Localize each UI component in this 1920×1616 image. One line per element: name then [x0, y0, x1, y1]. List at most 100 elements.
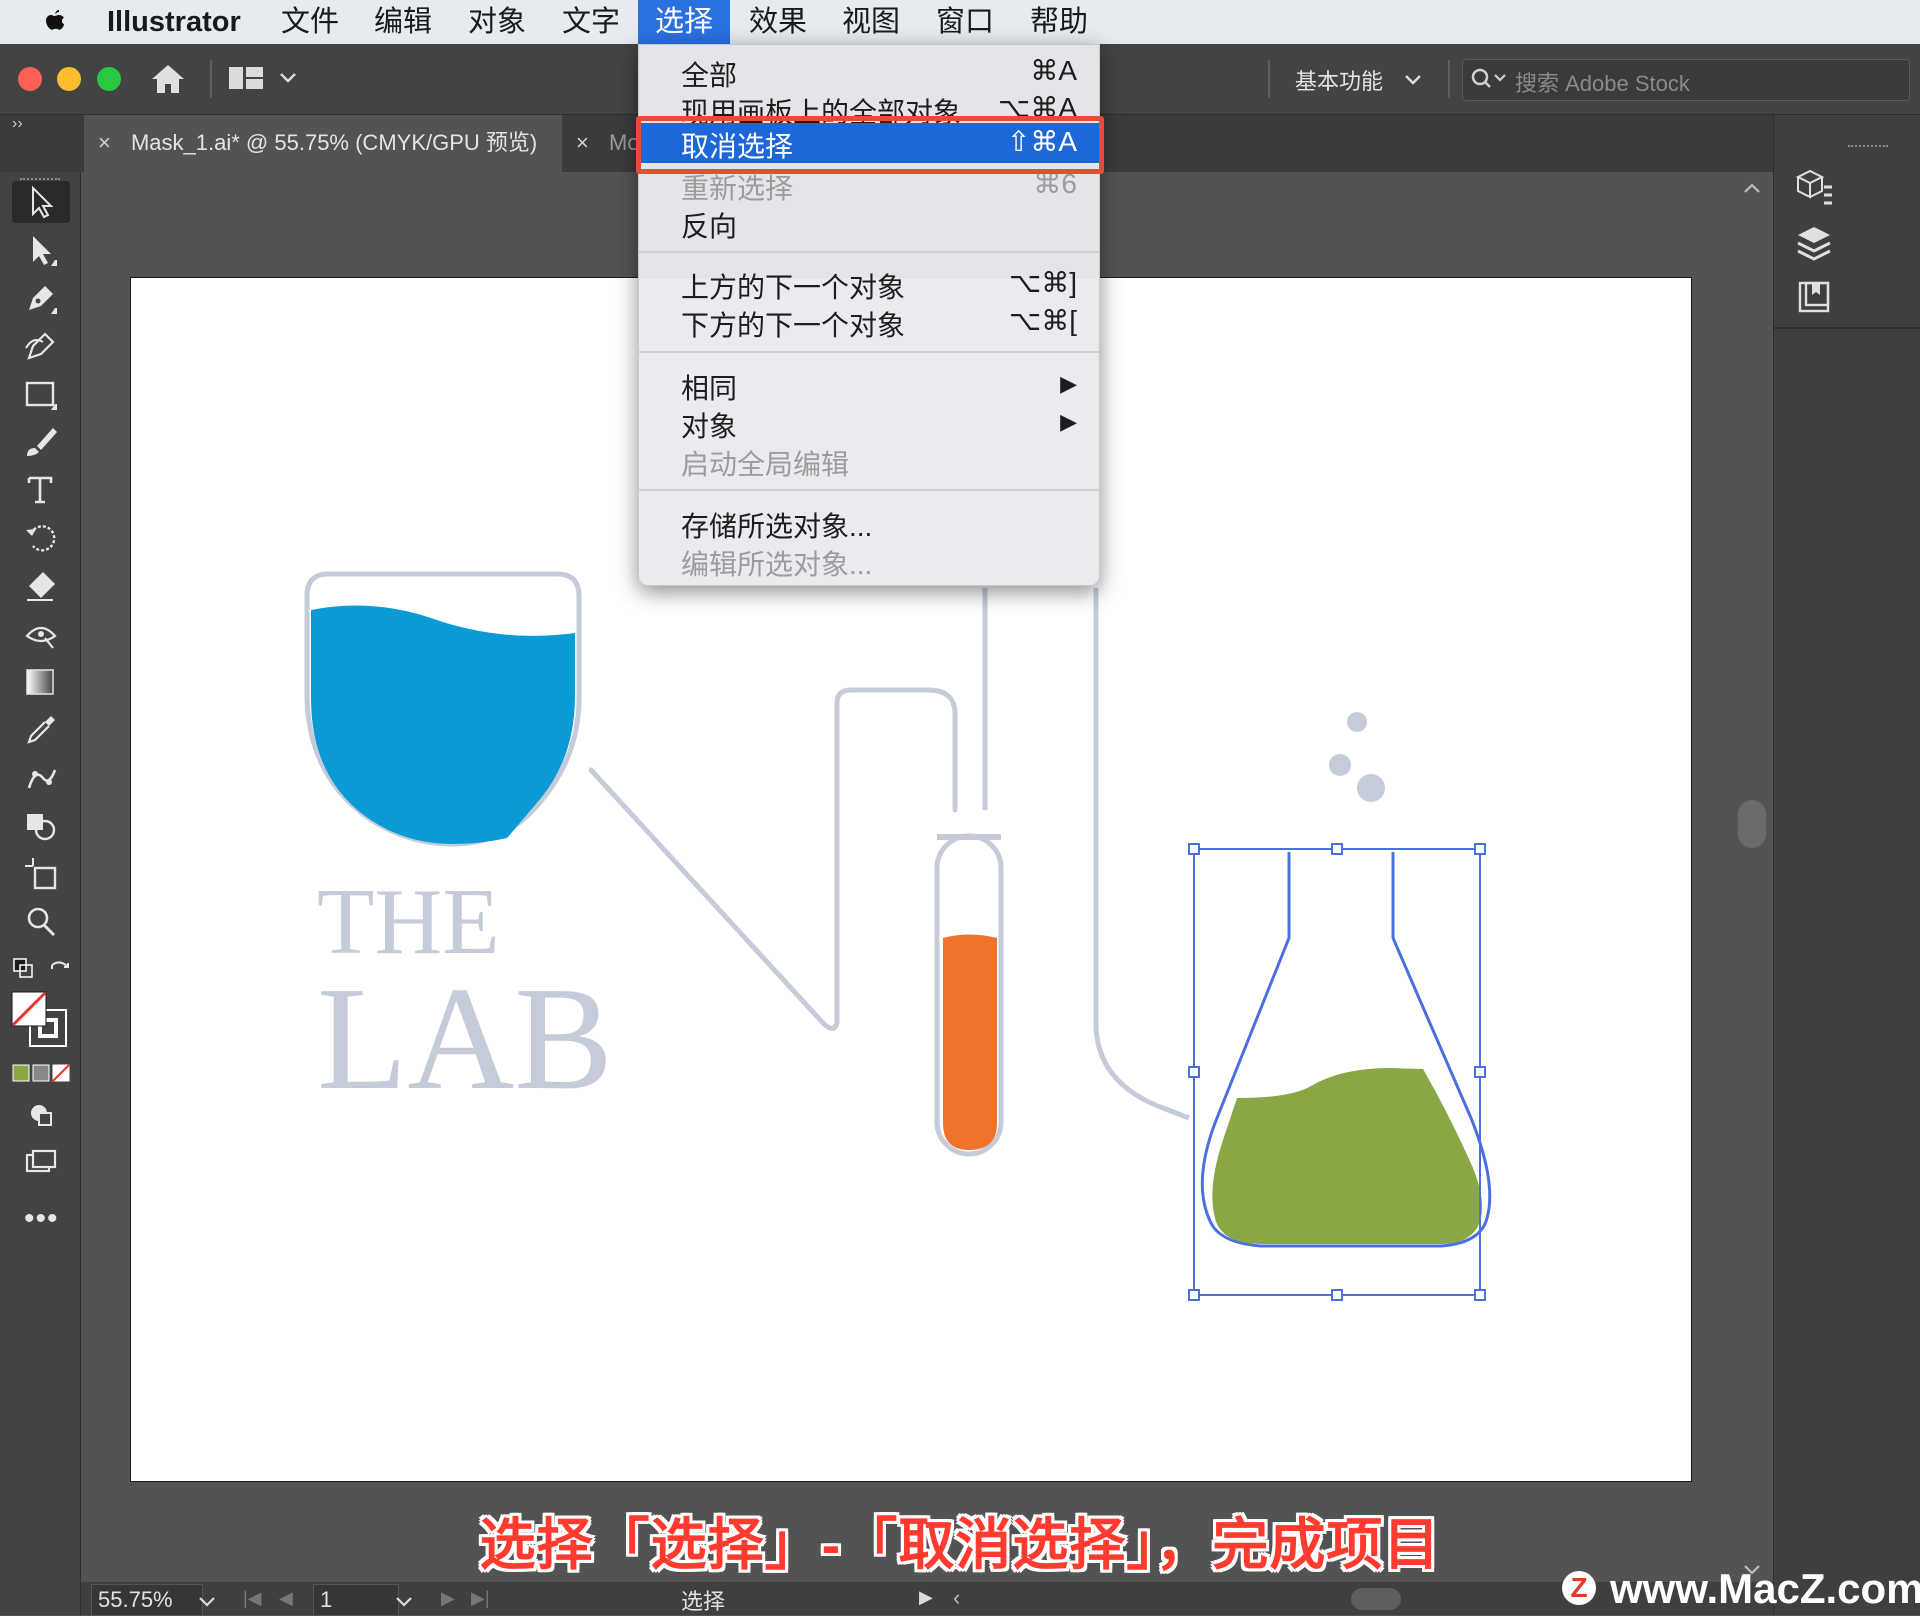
previous-artboard-icon[interactable]: ◀ [279, 1588, 293, 1609]
pen-tool-icon [29, 286, 57, 314]
close-tab-icon[interactable]: × [84, 130, 125, 155]
current-tool-label[interactable]: 选择 [681, 1584, 725, 1616]
draw-mode[interactable] [12, 1094, 70, 1136]
menu-help[interactable]: 帮助 [1030, 0, 1088, 44]
eyedropper-tool-icon [27, 716, 55, 744]
vertical-scroll-up-icon[interactable] [1740, 178, 1764, 198]
zoom-level-value: 55.75% [98, 1587, 173, 1612]
rotate-tool[interactable] [12, 517, 70, 559]
libraries-panel-icon[interactable] [1792, 275, 1836, 319]
panel-dock [1773, 115, 1920, 1615]
horizontal-scroll-left-icon[interactable]: ‹ [953, 1585, 960, 1611]
screen-mode[interactable] [12, 1142, 70, 1184]
width-tool[interactable] [12, 613, 70, 655]
document-tab[interactable]: × Mo [562, 115, 638, 172]
menu-file[interactable]: 文件 [281, 0, 339, 44]
menu-app-name[interactable]: Illustrator [107, 0, 241, 44]
first-artboard-icon[interactable]: |◀ [243, 1588, 262, 1609]
panel-dock-divider [1774, 327, 1920, 329]
status-menu-arrow-icon[interactable]: ▶ [919, 1587, 933, 1608]
menu-edit[interactable]: 编辑 [374, 0, 432, 44]
document-tab-active[interactable]: × Mask_1.ai* @ 55.75% (CMYK/GPU 预览) [84, 115, 562, 172]
appbar-separator [210, 60, 212, 98]
appbar-separator [1268, 60, 1270, 98]
menu-window[interactable]: 窗口 [936, 0, 994, 44]
watermark: Z www.MacZ.com [1560, 1565, 1920, 1615]
eraser-tool[interactable] [12, 565, 70, 607]
zoom-window-button[interactable] [97, 67, 121, 91]
type-tool[interactable] [12, 469, 70, 511]
direct-selection-tool-icon [33, 236, 57, 266]
menu-object[interactable]: 对象 [468, 0, 526, 44]
close-tab-icon[interactable]: × [562, 130, 603, 155]
menu-view[interactable]: 视图 [842, 0, 900, 44]
close-window-button[interactable] [18, 67, 42, 91]
artboard-tool[interactable] [12, 853, 70, 895]
puppet-warp-tool[interactable] [12, 757, 70, 799]
zoom-level-field[interactable]: 55.75% [91, 1584, 203, 1616]
search-input[interactable]: 搜索 Adobe Stock [1515, 66, 1690, 98]
menu-type[interactable]: 文字 [562, 0, 620, 44]
selection-tool-icon [32, 185, 54, 219]
direct-selection-tool[interactable] [12, 229, 70, 271]
chevron-down-icon[interactable] [394, 1594, 414, 1610]
panel-grip[interactable] [1848, 145, 1888, 153]
paintbrush-tool[interactable] [12, 421, 70, 463]
flask-selected[interactable] [1188, 843, 1492, 1301]
menu-item-next-object-below[interactable]: 下方的下一个对象 ⌥⌘[ [639, 302, 1099, 341]
chevron-down-icon[interactable] [197, 1594, 217, 1610]
logo-text-lab[interactable]: LAB [317, 957, 613, 1121]
menu-item-object[interactable]: 对象 ▶ [639, 403, 1099, 442]
gradient-tool[interactable] [12, 661, 70, 703]
default-fill-stroke-icon[interactable] [12, 957, 34, 979]
chevron-down-icon[interactable] [278, 70, 298, 86]
tab-label: Mo [608, 130, 638, 155]
vertical-scrollbar-thumb[interactable] [1738, 800, 1766, 848]
test-tube[interactable] [934, 833, 1004, 1157]
last-artboard-icon[interactable]: ▶| [471, 1588, 490, 1609]
adobe-stock-search[interactable]: 搜索 Adobe Stock [1462, 59, 1910, 101]
home-icon[interactable] [148, 59, 190, 101]
layers-panel-icon[interactable] [1792, 221, 1836, 265]
selection-tool[interactable] [12, 181, 70, 223]
pen-tool[interactable] [12, 277, 70, 319]
menu-bar: Illustrator 文件 编辑 对象 文字 选择 效果 视图 窗口 帮助 [0, 0, 1920, 44]
menu-separator [639, 489, 1099, 491]
rectangle-tool[interactable] [12, 373, 70, 415]
tools-panel: ••• [0, 172, 81, 1615]
menu-item-inverse[interactable]: 反向 [639, 203, 1099, 242]
puppet-warp-tool-icon [27, 769, 57, 789]
screen-mode-icon [25, 1149, 57, 1173]
beaker[interactable] [304, 571, 582, 847]
next-artboard-icon[interactable]: ▶ [441, 1588, 455, 1609]
panel-collapse-left-icon[interactable]: ›› [12, 115, 23, 133]
menu-item-same[interactable]: 相同 ▶ [639, 365, 1099, 404]
menu-item-next-object-above[interactable]: 上方的下一个对象 ⌥⌘] [639, 264, 1099, 303]
bubble [1357, 774, 1385, 802]
type-tool-icon [27, 476, 53, 504]
color-mode-buttons[interactable] [12, 1063, 70, 1083]
bubble [1347, 712, 1367, 732]
menu-item-save-selection[interactable]: 存储所选对象... [639, 503, 1099, 542]
artboard-tool-icon [25, 858, 57, 890]
curvature-tool[interactable] [12, 325, 70, 367]
menu-item-select-all[interactable]: 全部 ⌘A [639, 52, 1099, 91]
artboard-number-field[interactable]: 1 [313, 1584, 399, 1616]
apple-icon[interactable] [38, 6, 70, 38]
fill-stroke-swatches[interactable] [10, 990, 70, 1050]
arrange-documents-icon[interactable] [228, 63, 264, 95]
shape-builder-tool[interactable] [12, 805, 70, 847]
workspace-switcher[interactable]: 基本功能 [1293, 62, 1429, 98]
eyedropper-tool[interactable] [12, 709, 70, 751]
menu-effect[interactable]: 效果 [749, 0, 807, 44]
properties-panel-icon[interactable] [1792, 165, 1836, 209]
horizontal-scrollbar-thumb[interactable] [1351, 1588, 1401, 1610]
minimize-window-button[interactable] [57, 67, 81, 91]
eraser-tool-icon [27, 572, 55, 601]
gradient-tool-icon [26, 669, 54, 695]
swap-fill-stroke-icon[interactable] [48, 957, 72, 981]
zoom-tool[interactable] [12, 901, 70, 943]
artboard-number-value: 1 [320, 1587, 333, 1612]
edit-toolbar-icon[interactable]: ••• [24, 1202, 59, 1236]
menu-select[interactable]: 选择 [638, 0, 730, 44]
